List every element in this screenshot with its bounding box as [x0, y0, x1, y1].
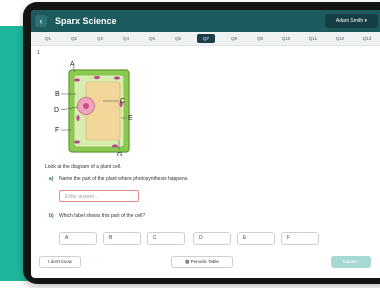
label-f: F: [55, 127, 59, 134]
question-tab[interactable]: Q3: [91, 34, 109, 43]
question-tab-active[interactable]: Q7: [197, 34, 215, 43]
submit-button[interactable]: Submit ›: [331, 256, 371, 268]
question-tab[interactable]: Q11: [304, 34, 322, 43]
chloroplast: [74, 140, 80, 144]
app-title: Sparx Science: [55, 16, 117, 26]
label-e: E: [128, 115, 133, 122]
label-d: D: [54, 107, 59, 114]
top-bar: ‹ Sparx Science Adam Smith ▾: [31, 10, 380, 32]
label-b: B: [55, 91, 60, 98]
chloroplast: [114, 76, 120, 80]
option-b-button[interactable]: B: [103, 232, 141, 245]
back-button[interactable]: ‹: [35, 15, 47, 27]
chloroplast: [74, 78, 80, 82]
question-tab[interactable]: Q5: [143, 34, 161, 43]
chloroplast: [76, 115, 80, 121]
user-menu-button[interactable]: Adam Smith ▾: [325, 14, 378, 28]
question-tab[interactable]: Q13: [358, 34, 376, 43]
question-tab[interactable]: Q10: [277, 34, 295, 43]
answer-input[interactable]: Enter answer...: [59, 190, 139, 202]
question-tab[interactable]: Q4: [117, 34, 135, 43]
part-b-label: b): [49, 213, 54, 219]
question-intro: Look at the diagram of a plant cell.: [45, 164, 122, 170]
dont-know-button[interactable]: I don't know: [39, 256, 81, 268]
question-nav: Q1 Q2 Q3 Q4 Q5 Q6 Q7 Q8 Q9 Q10 Q11 Q12 Q…: [31, 32, 380, 46]
option-f-button[interactable]: F: [281, 232, 319, 245]
part-a-label: a): [49, 176, 54, 182]
option-a-button[interactable]: A: [59, 232, 97, 245]
chloroplast: [112, 144, 118, 148]
arrow-left-icon: ‹: [39, 16, 43, 26]
option-c-button[interactable]: C: [147, 232, 185, 245]
part-a-question: Name the part of the plant where photosy…: [59, 176, 189, 182]
option-e-button[interactable]: E: [237, 232, 275, 245]
app-screen: ‹ Sparx Science Adam Smith ▾ Q1 Q2 Q3 Q4…: [31, 10, 380, 278]
question-tab[interactable]: Q6: [169, 34, 187, 43]
question-tab[interactable]: Q2: [65, 34, 83, 43]
label-g: G: [117, 152, 122, 156]
option-d-button[interactable]: D: [193, 232, 231, 245]
periodic-table-label: Periodic Table: [190, 259, 219, 264]
periodic-table-button[interactable]: ▦ Periodic Table: [171, 256, 233, 268]
question-tab[interactable]: Q12: [331, 34, 349, 43]
question-number: 1: [37, 50, 40, 56]
question-tab[interactable]: Q8: [225, 34, 243, 43]
plant-cell-diagram: A B C D E F G: [54, 61, 133, 156]
question-tab[interactable]: Q1: [39, 34, 57, 43]
label-c: C: [120, 98, 125, 105]
question-tab[interactable]: Q9: [251, 34, 269, 43]
chloroplast: [94, 75, 100, 80]
label-a: A: [70, 61, 75, 68]
part-b-question: Which label shows this part of the cell?: [59, 213, 146, 219]
nucleolus: [83, 103, 89, 109]
